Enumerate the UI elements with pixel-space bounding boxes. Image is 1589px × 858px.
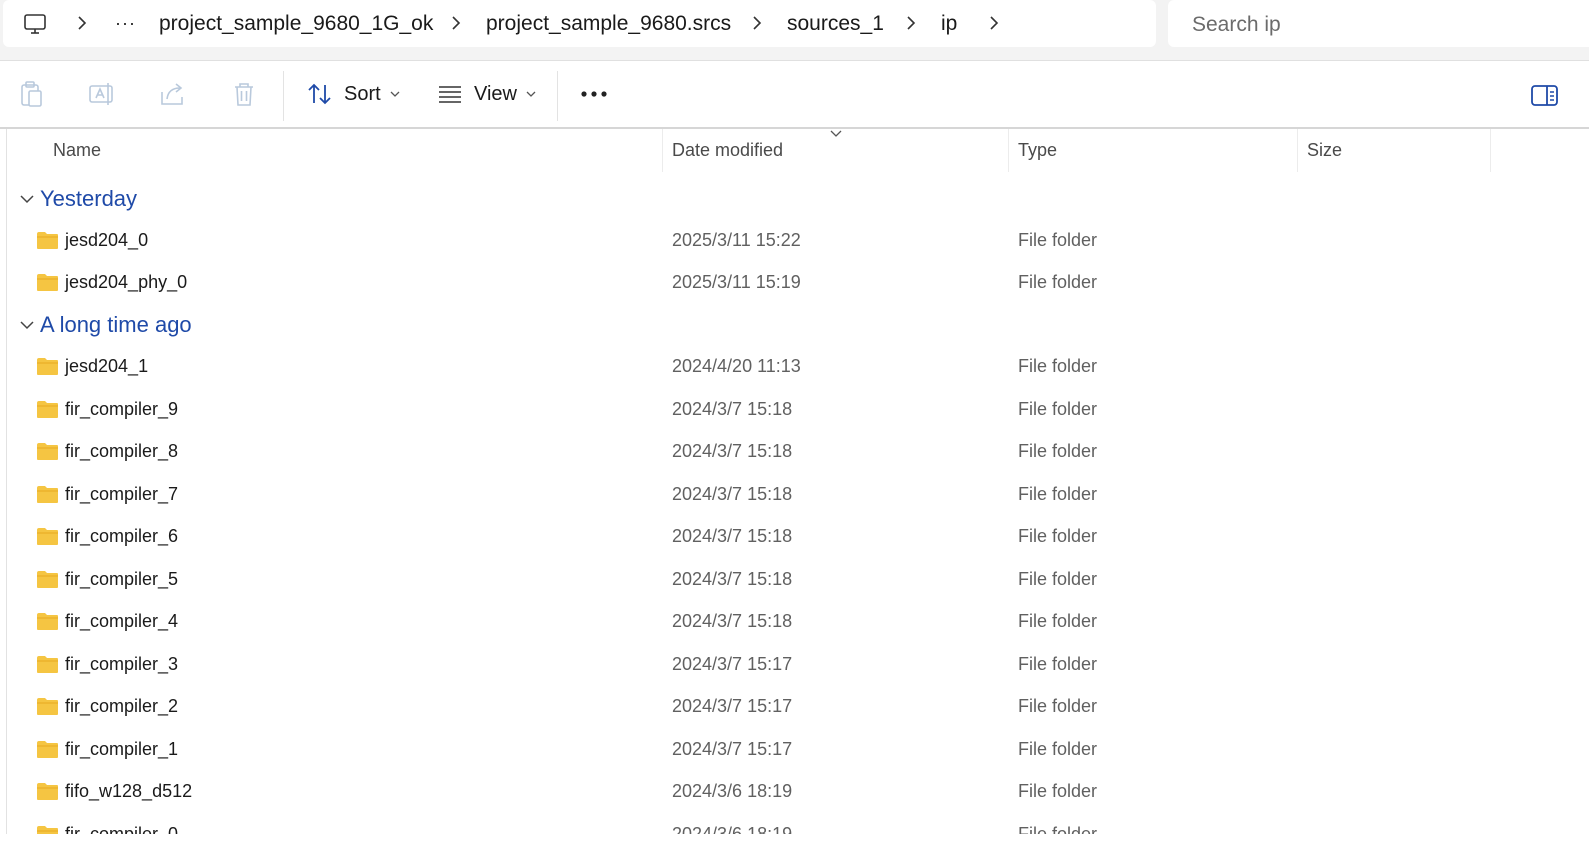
folder-icon [37, 401, 58, 418]
breadcrumb-item-ip[interactable]: ip [941, 0, 957, 47]
column-header-date-modified[interactable]: Date modified [672, 129, 783, 172]
group-header-yesterday[interactable]: Yesterday [0, 179, 800, 219]
folder-icon [37, 571, 58, 588]
column-header-type[interactable]: Type [1018, 129, 1057, 172]
sort-icon [308, 83, 331, 105]
more-icon [581, 91, 607, 97]
chevron-down-icon[interactable] [19, 191, 35, 207]
folder-icon [37, 826, 58, 834]
list-item[interactable]: fir_compiler_5 2024/3/7 15:18 File folde… [0, 559, 1589, 601]
list-item[interactable]: fir_compiler_9 2024/3/7 15:18 File folde… [0, 389, 1589, 431]
command-bar: Sort View [0, 61, 1589, 129]
list-item[interactable]: jesd204_1 2024/4/20 11:13 File folder [0, 346, 1589, 388]
rename-icon[interactable] [87, 79, 117, 109]
list-item[interactable]: fir_compiler_8 2024/3/7 15:18 File folde… [0, 431, 1589, 473]
list-item[interactable]: fir_compiler_0 2024/3/6 18:19 File folde… [0, 814, 1589, 834]
folder-icon [37, 232, 58, 249]
breadcrumb-item-sources[interactable]: sources_1 [787, 0, 884, 47]
list-item[interactable]: fir_compiler_1 2024/3/7 15:17 File folde… [0, 729, 1589, 771]
view-list-icon [439, 86, 461, 103]
chevron-right-icon[interactable] [985, 14, 1003, 32]
column-header-name[interactable]: Name [53, 129, 101, 172]
folder-icon [37, 528, 58, 545]
folder-icon [37, 656, 58, 673]
this-pc-icon[interactable] [23, 0, 47, 47]
column-divider[interactable] [1008, 129, 1009, 172]
list-item[interactable]: fifo_w128_d512 2024/3/6 18:19 File folde… [0, 771, 1589, 813]
share-icon[interactable] [158, 79, 188, 109]
paste-icon[interactable] [16, 79, 46, 109]
folder-icon [37, 443, 58, 460]
address-bar-region: ··· project_sample_9680_1G_ok project_sa… [0, 0, 1589, 61]
viewport-bottom-edge [0, 834, 1589, 858]
toolbar-separator [283, 71, 284, 121]
list-item[interactable]: jesd204_0 2025/3/11 15:22 File folder [0, 220, 1589, 262]
file-list: Yesterday jesd204_0 2025/3/11 15:22 File… [0, 172, 1589, 834]
folder-icon [37, 698, 58, 715]
folder-icon [37, 486, 58, 503]
sort-button[interactable]: Sort [306, 75, 401, 113]
chevron-right-icon[interactable] [902, 14, 920, 32]
chevron-right-icon[interactable] [748, 14, 766, 32]
folder-icon [37, 741, 58, 758]
folder-icon [37, 358, 58, 375]
search-input[interactable] [1190, 8, 1574, 42]
more-options-button[interactable] [580, 75, 608, 113]
list-item[interactable]: fir_compiler_7 2024/3/7 15:18 File folde… [0, 474, 1589, 516]
view-button[interactable]: View [436, 75, 537, 113]
details-pane-icon[interactable] [1530, 81, 1560, 111]
chevron-right-icon[interactable] [447, 14, 465, 32]
column-divider[interactable] [1297, 129, 1298, 172]
list-item[interactable]: fir_compiler_2 2024/3/7 15:17 File folde… [0, 686, 1589, 728]
breadcrumb-overflow[interactable]: ··· [115, 0, 136, 47]
chevron-down-icon [526, 91, 536, 97]
toolbar-separator [557, 71, 558, 121]
folder-icon [37, 274, 58, 291]
delete-icon[interactable] [229, 79, 259, 109]
group-header-a-long-time-ago[interactable]: A long time ago [0, 305, 800, 345]
column-header-size[interactable]: Size [1307, 129, 1342, 172]
search-box[interactable] [1168, 0, 1589, 47]
column-headers: Name Date modified Type Size [0, 129, 1589, 172]
list-item[interactable]: fir_compiler_4 2024/3/7 15:18 File folde… [0, 601, 1589, 643]
folder-icon [37, 783, 58, 800]
column-divider[interactable] [1490, 129, 1491, 172]
sort-descending-icon [830, 130, 842, 137]
breadcrumb[interactable]: ··· project_sample_9680_1G_ok project_sa… [3, 0, 1156, 47]
list-item[interactable]: fir_compiler_6 2024/3/7 15:18 File folde… [0, 516, 1589, 558]
breadcrumb-item-srcs[interactable]: project_sample_9680.srcs [486, 0, 731, 47]
breadcrumb-item-project[interactable]: project_sample_9680_1G_ok [159, 0, 433, 47]
chevron-down-icon [390, 91, 400, 97]
column-divider[interactable] [662, 129, 663, 172]
list-item[interactable]: jesd204_phy_0 2025/3/11 15:19 File folde… [0, 262, 1589, 304]
chevron-down-icon[interactable] [19, 317, 35, 333]
folder-icon [37, 613, 58, 630]
chevron-right-icon[interactable] [73, 14, 91, 32]
list-item[interactable]: fir_compiler_3 2024/3/7 15:17 File folde… [0, 644, 1589, 686]
